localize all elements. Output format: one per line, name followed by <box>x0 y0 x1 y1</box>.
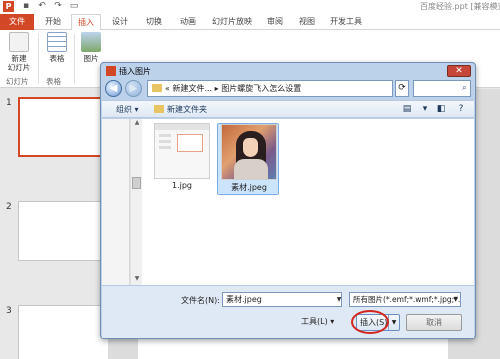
tab-file[interactable]: 文件 <box>0 14 34 30</box>
filename-dropdown-icon[interactable]: ▼ <box>334 292 344 307</box>
organize-button[interactable]: 组织 ▾ <box>116 104 139 115</box>
undo-icon[interactable]: ↶ <box>36 1 48 12</box>
file-browser: ▲ ▼ 1.jpg 素材.jpeg <box>102 119 474 285</box>
file-type-value: 所有图片(*.emf;*.wmf;*.jpg;*.j <box>353 295 461 304</box>
powerpoint-logo-icon: P <box>3 1 14 12</box>
tab-review[interactable]: 审阅 <box>260 14 290 30</box>
refresh-icon[interactable]: ⟳ <box>395 80 409 97</box>
file-thumbnail <box>154 123 210 179</box>
tab-view[interactable]: 视图 <box>292 14 322 30</box>
scrollbar-thumb[interactable] <box>132 177 141 189</box>
slide-thumbnail-pane: 1 2 3 <box>0 89 130 359</box>
dialog-title: 插入图片 <box>119 67 151 76</box>
tab-animations[interactable]: 动画 <box>173 14 203 30</box>
folder-icon <box>152 84 162 92</box>
back-button[interactable]: ◀ <box>105 80 122 97</box>
group-label-slides: 幻灯片 <box>6 77 29 86</box>
powerpoint-icon <box>106 66 116 76</box>
new-slide-button[interactable]: 新建 幻灯片 <box>2 32 36 72</box>
file-name: 1.jpg <box>171 181 192 190</box>
chevron-down-icon: ▼ <box>453 296 458 303</box>
command-bar: 组织 ▾ 新建文件夹 ▤ ▾ ◧ ? <box>102 100 474 118</box>
insert-picture-dialog: 插入图片 ✕ ◀ ▶ « 新建文件... ▸ 图片螺旋飞入怎么设置 ⟳ ⌕ 组织… <box>100 62 476 339</box>
breadcrumb-segment[interactable]: 新建文件... <box>172 84 212 93</box>
new-slide-icon <box>9 32 29 52</box>
breadcrumb-separator-icon: ▸ <box>214 84 219 93</box>
filename-label: 文件名(N): <box>181 296 220 305</box>
file-item-selected[interactable]: 素材.jpeg <box>217 123 279 195</box>
dialog-title-bar: 插入图片 <box>106 66 151 78</box>
slide-number: 3 <box>6 306 12 316</box>
tab-developer[interactable]: 开发工具 <box>325 14 367 30</box>
picture-button[interactable]: 图片 <box>74 32 108 63</box>
view-options-icon[interactable]: ▤ <box>400 104 414 115</box>
preview-pane-icon[interactable]: ◧ <box>434 104 448 115</box>
table-button[interactable]: 表格 <box>40 32 74 63</box>
group-separator <box>38 34 39 84</box>
tab-insert[interactable]: 插入 <box>71 14 101 31</box>
tab-transitions[interactable]: 切换 <box>139 14 169 30</box>
picture-label: 图片 <box>83 54 99 63</box>
address-row: ◀ ▶ « 新建文件... ▸ 图片螺旋飞入怎么设置 ⟳ ⌕ <box>105 79 471 99</box>
tools-button[interactable]: 工具(L) ▾ <box>301 316 334 327</box>
view-dropdown-icon[interactable]: ▾ <box>418 104 432 115</box>
insert-dropdown-icon[interactable]: ▼ <box>388 315 399 330</box>
new-folder-button[interactable]: 新建文件夹 <box>154 104 207 115</box>
navigation-scrollbar[interactable]: ▲ ▼ <box>130 119 142 285</box>
file-type-select[interactable]: 所有图片(*.emf;*.wmf;*.jpg;*.j ▼ <box>349 292 461 307</box>
address-prefix: « <box>165 84 170 93</box>
picture-icon <box>81 32 101 52</box>
search-input[interactable]: ⌕ <box>413 80 471 97</box>
address-bar[interactable]: « 新建文件... ▸ 图片螺旋飞入怎么设置 <box>147 80 393 97</box>
table-label: 表格 <box>49 54 65 63</box>
new-folder-label: 新建文件夹 <box>167 105 207 114</box>
cancel-button[interactable]: 取消 <box>406 314 462 331</box>
slide-number: 2 <box>6 202 12 212</box>
file-item[interactable]: 1.jpg <box>151 123 213 195</box>
tab-design[interactable]: 设计 <box>105 14 135 30</box>
quick-access-toolbar: P ▪ ↶ ↷ ▭ 百度经验.ppt [兼容模式] <box>0 0 500 14</box>
new-slide-label: 新建 幻灯片 <box>7 54 31 72</box>
breadcrumb-segment[interactable]: 图片螺旋飞入怎么设置 <box>221 84 301 93</box>
slideshow-icon[interactable]: ▭ <box>68 1 80 12</box>
filename-input[interactable]: 素材.jpeg <box>222 292 342 307</box>
folder-icon <box>154 105 164 113</box>
close-button[interactable]: ✕ <box>447 65 471 77</box>
highlight-annotation-circle <box>351 310 389 334</box>
group-label-tables: 表格 <box>46 77 61 86</box>
tab-slideshow[interactable]: 幻灯片放映 <box>206 14 258 30</box>
help-icon[interactable]: ? <box>454 104 468 115</box>
file-thumbnail <box>221 124 277 180</box>
tools-label: 工具(L) <box>301 317 328 326</box>
slide-number: 1 <box>6 98 12 108</box>
table-icon <box>47 32 67 52</box>
navigation-pane[interactable] <box>102 119 130 285</box>
file-name: 素材.jpeg <box>231 183 267 192</box>
document-title: 百度经验.ppt [兼容模式] <box>420 2 500 11</box>
redo-icon[interactable]: ↷ <box>52 1 64 12</box>
search-icon: ⌕ <box>461 83 467 93</box>
ribbon-tabs: 文件 开始 插入 设计 切换 动画 幻灯片放映 审阅 视图 开发工具 <box>0 14 500 31</box>
scroll-up-icon[interactable]: ▲ <box>131 119 143 129</box>
scroll-down-icon[interactable]: ▼ <box>131 275 143 285</box>
save-icon[interactable]: ▪ <box>20 1 32 12</box>
dialog-footer: 文件名(N): 素材.jpeg ▼ 所有图片(*.emf;*.wmf;*.jpg… <box>102 285 474 338</box>
forward-button[interactable]: ▶ <box>125 80 142 97</box>
file-list: 1.jpg 素材.jpeg <box>143 119 474 285</box>
tab-home[interactable]: 开始 <box>38 14 68 30</box>
